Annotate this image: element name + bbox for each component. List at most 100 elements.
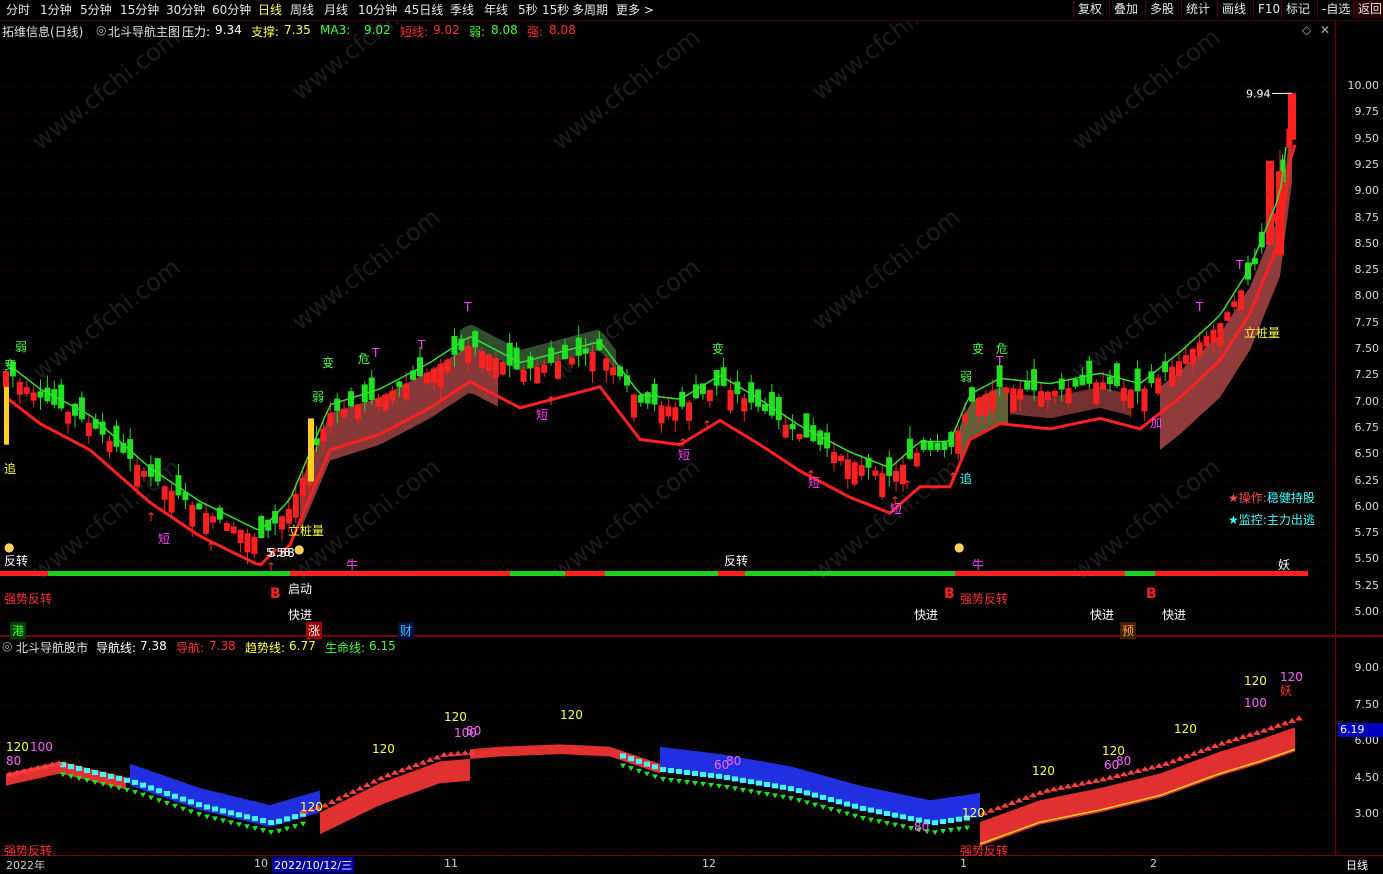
candlestick-chart[interactable]: www.cfchi.comwww.cfchi.comwww.cfchi.comw… — [0, 21, 1335, 635]
up-arrow-icon — [1043, 788, 1051, 793]
trend-step — [220, 808, 226, 813]
period-tab-10[interactable]: 45日线 — [404, 2, 443, 18]
candle-body — [1045, 392, 1051, 400]
candle-body — [900, 465, 906, 484]
sub-indicator-name[interactable]: 北斗导航股市 — [16, 639, 88, 656]
watermark-text: www.cfchi.com — [1066, 23, 1225, 156]
down-arrow-icon — [764, 792, 770, 797]
trend-step — [924, 819, 930, 824]
trend-step — [652, 764, 658, 769]
trend-step — [876, 809, 882, 814]
candle-body — [990, 391, 996, 410]
toolbar-button-7[interactable]: -自选 — [1317, 1, 1353, 18]
candle-body — [997, 365, 1003, 387]
trend-step — [940, 819, 946, 824]
down-arrow-icon — [900, 824, 906, 829]
up-arrow-icon — [1050, 786, 1058, 791]
main-chart-panel[interactable]: www.cfchi.comwww.cfchi.comwww.cfchi.comw… — [0, 21, 1335, 635]
period-tab-3[interactable]: 15分钟 — [120, 2, 159, 18]
down-arrow-icon — [860, 816, 866, 821]
period-tab-4[interactable]: 30分钟 — [166, 2, 205, 18]
status-box: ★操作:稳健持股 ★监控:主力出逃 — [1228, 487, 1332, 531]
down-arrow-icon — [252, 826, 258, 831]
toolbar-button-6[interactable]: 标记 — [1281, 1, 1317, 18]
trend-strip — [1155, 571, 1308, 576]
period-label[interactable]: 日线 — [1346, 857, 1368, 873]
sub-header-item-label-2: 趋势线: — [245, 639, 285, 656]
period-tab-12[interactable]: 年线 — [484, 2, 508, 18]
candle-body — [1155, 378, 1161, 394]
candle-body — [1288, 93, 1296, 139]
close-icon[interactable]: ✕ — [1320, 23, 1330, 37]
candle-body — [286, 509, 292, 524]
candle-body — [555, 361, 561, 379]
period-tab-1[interactable]: 1分钟 — [40, 2, 72, 18]
period-tab-14[interactable]: 15秒 — [542, 2, 569, 18]
down-arrow-icon — [244, 824, 250, 829]
sub-header-item-value-1: 7.38 — [209, 639, 236, 653]
candle-body — [320, 429, 326, 442]
candle-body — [155, 458, 161, 481]
period-tab-7[interactable]: 周线 — [290, 2, 314, 18]
up-arrow-icon — [1176, 756, 1184, 761]
trend-strip — [605, 571, 718, 576]
period-tab-5[interactable]: 60分钟 — [212, 2, 251, 18]
up-arrow-icon — [1029, 792, 1037, 797]
trend-step — [276, 819, 282, 824]
candle-body — [769, 392, 775, 416]
candle-body — [1231, 301, 1237, 307]
toolbar-button-8[interactable]: 返回 — [1353, 1, 1383, 18]
period-tab-11[interactable]: 季线 — [450, 2, 474, 18]
sub-indicator-panel[interactable]: ◎ 北斗导航股市 导航线:7.38导航:7.38趋势线:6.77生命线:6.15… — [0, 637, 1335, 855]
main-indicator-header: 拓维信息(日线) ◎ 北斗导航主图 压力:9.34支撑:7.35MA3:9.02… — [2, 21, 1332, 39]
trend-step — [676, 769, 682, 774]
up-arrow-icon — [1120, 771, 1128, 776]
toolbar-button-3[interactable]: 统计 — [1181, 1, 1217, 18]
toolbar-button-1[interactable]: 叠加 — [1109, 1, 1145, 18]
down-arrow-icon — [644, 772, 650, 777]
up-arrow-icon — [1141, 766, 1149, 771]
period-tab-8[interactable]: 月线 — [324, 2, 348, 18]
sub-band — [660, 747, 980, 825]
watermark-text: www.cfchi.com — [546, 253, 705, 386]
period-tab-15[interactable]: 多周期 — [572, 2, 608, 18]
down-arrow-icon — [628, 766, 634, 771]
candle-body — [659, 405, 665, 423]
trend-step — [756, 781, 762, 786]
toolbar-button-5[interactable]: F10 — [1253, 1, 1281, 18]
down-arrow-icon — [268, 830, 274, 835]
price-tick: 6.00 — [1355, 500, 1380, 513]
up-arrow-icon — [454, 751, 462, 756]
toolbar-button-2[interactable]: 多股 — [1145, 1, 1181, 18]
candle-body — [1004, 388, 1010, 393]
trend-step — [252, 816, 258, 821]
trend-step — [916, 818, 922, 823]
up-arrow-icon — [1127, 770, 1135, 775]
period-tab-9[interactable]: 10分钟 — [358, 2, 397, 18]
candle-body — [486, 355, 492, 371]
trend-step — [796, 788, 802, 793]
up-arrow-icon — [398, 767, 406, 772]
toolbar-button-0[interactable]: 复权 — [1073, 1, 1109, 18]
period-tab-2[interactable]: 5分钟 — [80, 2, 112, 18]
trend-step — [908, 816, 914, 821]
trend-step — [884, 811, 890, 816]
candle-body — [1204, 336, 1210, 346]
period-tab-0[interactable]: 分时 — [6, 2, 30, 18]
up-arrow-icon — [1204, 746, 1212, 751]
main-indicator-name[interactable]: 北斗导航主图 — [108, 23, 180, 40]
candle-body — [879, 473, 885, 497]
period-tab-13[interactable]: 5秒 — [518, 2, 538, 18]
period-tab-6[interactable]: 日线 — [258, 2, 282, 18]
candle-body — [610, 367, 616, 375]
sub-indicator-chart[interactable] — [0, 637, 1335, 855]
price-tick: 5.75 — [1355, 526, 1380, 539]
candle-body — [141, 471, 147, 477]
period-tab-16[interactable]: 更多 > — [616, 2, 654, 18]
sub-tick: 3.00 — [1355, 807, 1380, 820]
diamond-icon[interactable]: ◇ — [1302, 23, 1311, 37]
down-arrow-icon — [636, 769, 642, 774]
up-arrow-icon — [433, 754, 441, 759]
trend-strip — [510, 571, 565, 576]
toolbar-button-4[interactable]: 画线 — [1217, 1, 1253, 18]
